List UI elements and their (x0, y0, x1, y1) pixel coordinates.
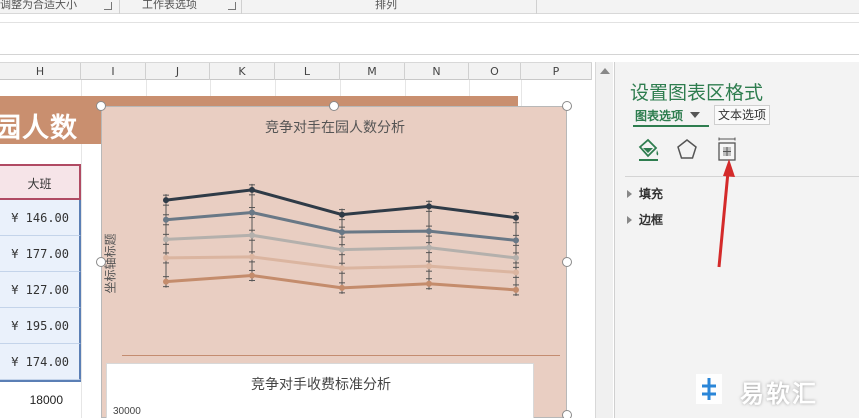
sheet-title-text: 园人数 (0, 113, 78, 144)
data-point[interactable] (339, 265, 345, 272)
data-point[interactable] (163, 278, 169, 285)
column-header-o[interactable]: O (469, 63, 521, 80)
value-cell[interactable]: ¥ 146.00 (0, 200, 81, 236)
column-header-n[interactable]: N (405, 63, 469, 80)
data-point[interactable] (249, 186, 255, 193)
data-point[interactable] (249, 272, 255, 279)
resize-handle-right[interactable] (562, 257, 572, 267)
data-point[interactable] (426, 263, 432, 270)
ribbon-separator (119, 0, 120, 14)
ribbon-group-scale-to-fit: 调整为合适大小 (0, 0, 77, 11)
resize-handle-top[interactable] (329, 101, 339, 111)
data-point[interactable] (339, 229, 345, 236)
chart-area[interactable]: 竞争对手在园人数分析 坐标轴标题 竞争对手收费标准分析 30000 (101, 106, 567, 418)
data-point[interactable] (163, 254, 169, 261)
worksheet-grid[interactable]: 园人数 大班 ¥ 146.00 ¥ 177.00 ¥ 127.00 ¥ 195.… (0, 80, 592, 418)
resize-handle-top-left[interactable] (96, 101, 106, 111)
second-chart[interactable]: 竞争对手收费标准分析 30000 (106, 363, 534, 418)
formula-bar[interactable] (0, 22, 859, 55)
resize-handle-top-right[interactable] (562, 101, 572, 111)
value-cell[interactable]: ¥ 127.00 (0, 272, 81, 308)
sheet-options-launcher-icon[interactable] (228, 2, 236, 10)
ribbon-group-arrange: 排列 (375, 0, 397, 11)
data-point[interactable] (249, 209, 255, 216)
data-point[interactable] (513, 286, 519, 293)
watermark: 易软汇 (680, 364, 859, 418)
column-header-p[interactable]: P (521, 63, 592, 80)
ribbon-group-sheet-options: 工作表选项 (142, 0, 197, 11)
value-cell[interactable]: ¥ 174.00 (0, 344, 81, 380)
column-header-m[interactable]: M (340, 63, 405, 80)
ribbon-separator (536, 0, 537, 14)
data-point[interactable] (513, 254, 519, 261)
chart-divider-line (122, 355, 560, 356)
second-chart-title[interactable]: 竞争对手收费标准分析 (107, 374, 535, 394)
data-point[interactable] (513, 237, 519, 244)
ribbon-separator (241, 0, 242, 14)
value-cell[interactable]: ¥ 195.00 (0, 308, 81, 344)
column-header-h[interactable]: H (0, 63, 81, 80)
data-point[interactable] (249, 253, 255, 260)
data-point[interactable] (249, 232, 255, 239)
scale-to-fit-launcher-icon[interactable] (104, 2, 112, 10)
data-point[interactable] (163, 236, 169, 243)
data-point[interactable] (426, 244, 432, 251)
header-cell-senior-class[interactable]: 大班 (0, 164, 81, 200)
column-header-j[interactable]: J (146, 63, 210, 80)
vertical-scrollbar[interactable] (595, 62, 613, 418)
resize-handle-bottom-right[interactable] (562, 410, 572, 418)
ribbon: 调整为合适大小 工作表选项 排列 (0, 0, 859, 14)
column-header-l[interactable]: L (275, 63, 340, 80)
data-point[interactable] (426, 280, 432, 287)
data-point[interactable] (513, 269, 519, 276)
resize-handle-left[interactable] (96, 257, 106, 267)
data-point[interactable] (426, 203, 432, 210)
value-cell[interactable]: ¥ 177.00 (0, 236, 81, 272)
total-cell[interactable]: 18000 (0, 380, 81, 416)
data-point[interactable] (513, 214, 519, 221)
data-point[interactable] (426, 228, 432, 235)
data-point[interactable] (339, 246, 345, 253)
data-point[interactable] (163, 197, 169, 204)
watermark-text: 易软汇 (740, 380, 818, 408)
data-point[interactable] (339, 211, 345, 218)
scroll-up-arrow-icon[interactable] (600, 68, 610, 74)
data-point[interactable] (163, 216, 169, 223)
data-point[interactable] (339, 284, 345, 291)
column-header-bar: H I J K L M N O P (0, 62, 592, 80)
column-header-k[interactable]: K (210, 63, 275, 80)
second-chart-axis-tick: 30000 (113, 406, 141, 417)
column-header-i[interactable]: I (81, 63, 146, 80)
